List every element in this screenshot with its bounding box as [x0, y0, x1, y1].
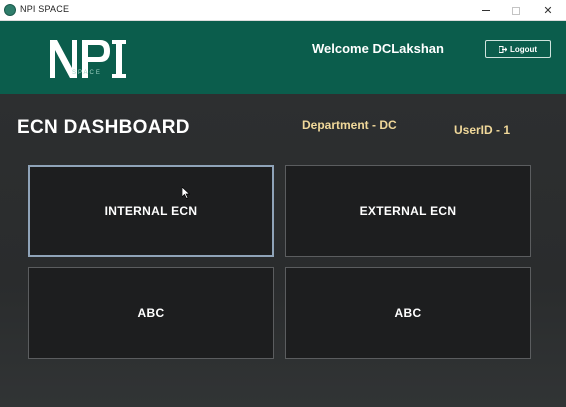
logout-label: Logout: [509, 44, 538, 54]
minimize-icon: [482, 10, 490, 11]
window-title: NPI SPACE: [20, 4, 70, 14]
welcome-message: Welcome DCLakshan: [312, 41, 444, 56]
dashboard-area: ECN DASHBOARD Department - DC UserID - 1…: [0, 94, 566, 407]
maximize-icon: [512, 6, 520, 15]
window-titlebar: NPI SPACE ✕: [0, 0, 566, 21]
external-ecn-button[interactable]: EXTERNAL ECN: [285, 165, 531, 257]
internal-ecn-label: INTERNAL ECN: [104, 204, 198, 218]
abc-label-left: ABC: [137, 306, 165, 320]
mouse-cursor-icon: [181, 186, 191, 199]
svg-text:SPACE: SPACE: [72, 70, 102, 76]
abc-label-right: ABC: [394, 306, 422, 320]
maximize-button[interactable]: [501, 0, 531, 21]
page-title: ECN DASHBOARD: [17, 117, 190, 138]
department-label: Department - DC: [302, 118, 397, 132]
external-ecn-label: EXTERNAL ECN: [359, 204, 457, 218]
internal-ecn-button[interactable]: INTERNAL ECN: [28, 165, 274, 257]
app-logo-icon: [4, 4, 16, 16]
npi-space-logo: SPACE: [48, 34, 140, 82]
abc-button-left[interactable]: ABC: [28, 267, 274, 359]
user-id-label: UserID - 1: [454, 123, 511, 137]
minimize-button[interactable]: [471, 0, 501, 21]
logout-button[interactable]: Logout: [485, 40, 551, 58]
abc-button-right[interactable]: ABC: [285, 267, 531, 359]
close-icon: ✕: [543, 5, 553, 17]
close-button[interactable]: ✕: [533, 0, 563, 21]
app-header: SPACE Welcome DCLakshan Logout: [0, 21, 566, 94]
logout-icon: [498, 45, 507, 53]
